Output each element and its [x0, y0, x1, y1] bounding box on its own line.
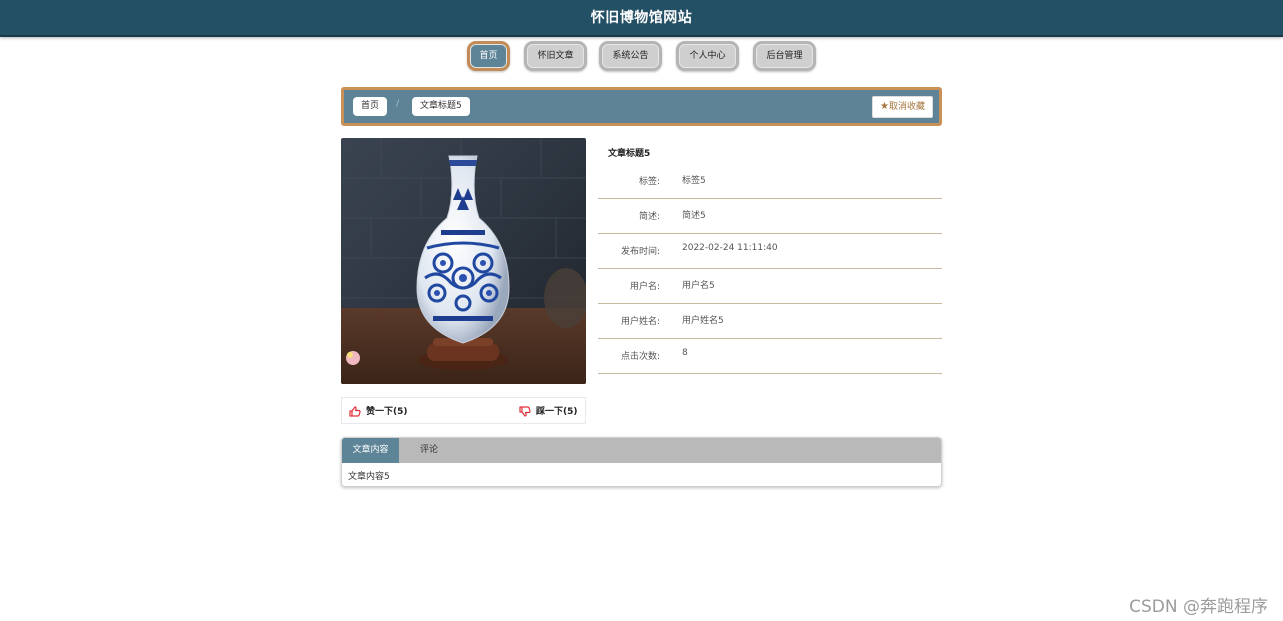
- detail-row-summary: 简述: 简述5: [598, 199, 942, 234]
- detail-label: 发布时间:: [620, 247, 660, 257]
- unfavorite-button[interactable]: ★取消收藏: [872, 96, 933, 118]
- thumbs-up-icon: [349, 406, 361, 417]
- tab-comments[interactable]: 评论: [399, 438, 459, 463]
- watermark: CSDN @奔跑程序: [1129, 597, 1268, 617]
- detail-row-publish-time: 发布时间: 2022-02-24 11:11:40: [598, 234, 942, 269]
- vote-bar: 赞一下(5) 踩一下(5): [341, 397, 586, 424]
- detail-value: 8: [682, 348, 688, 358]
- detail-value: 用户姓名5: [682, 316, 724, 326]
- detail-value: 用户名5: [682, 281, 715, 291]
- like-label: 赞一下(5): [366, 407, 408, 417]
- breadcrumb-separator: /: [396, 99, 400, 109]
- detail-value: 简述5: [682, 211, 706, 221]
- tab-content: 文章内容5: [348, 472, 390, 482]
- detail-label: 用户姓名:: [620, 317, 660, 327]
- like-button[interactable]: 赞一下(5): [349, 404, 408, 417]
- dislike-button[interactable]: 踩一下(5): [519, 404, 578, 417]
- nav-item-announcements[interactable]: 系统公告: [599, 41, 662, 71]
- detail-value: 标签5: [682, 176, 706, 186]
- top-header: 怀旧博物馆网站: [0, 0, 1283, 37]
- breadcrumb: 首页 / 文章标题5 ★取消收藏: [341, 87, 942, 126]
- detail-row-username: 用户名: 用户名5: [598, 269, 942, 304]
- detail-row-click-count: 点击次数: 8: [598, 339, 942, 374]
- nav-item-nostalgia-articles[interactable]: 怀旧文章: [524, 41, 587, 71]
- detail-label: 标签:: [638, 177, 660, 187]
- nav-item-home[interactable]: 首页: [467, 41, 510, 71]
- site-title: 怀旧博物馆网站: [590, 10, 693, 26]
- unfavorite-label: 取消收藏: [888, 102, 925, 112]
- breadcrumb-home[interactable]: 首页: [353, 97, 388, 116]
- dislike-label: 踩一下(5): [536, 407, 578, 417]
- detail-value: 2022-02-24 11:11:40: [682, 243, 778, 253]
- vase-photo: [341, 138, 586, 384]
- nav-item-admin[interactable]: 后台管理: [753, 41, 816, 71]
- detail-label: 点击次数:: [620, 352, 660, 362]
- breadcrumb-current: 文章标题5: [412, 97, 470, 116]
- article-image: [341, 138, 586, 384]
- main-nav: 首页 怀旧文章 系统公告 个人中心 后台管理: [0, 41, 1283, 71]
- detail-row-user-fullname: 用户姓名: 用户姓名5: [598, 304, 942, 339]
- tab-article-content[interactable]: 文章内容: [342, 438, 399, 463]
- tabs-header: 文章内容 评论: [342, 438, 941, 463]
- article-title: 文章标题5: [608, 149, 651, 159]
- article-tabs: 文章内容 评论 文章内容5: [341, 437, 942, 487]
- thumbs-down-icon: [519, 406, 531, 417]
- detail-row-tag: 标签: 标签5: [598, 164, 942, 199]
- detail-label: 用户名:: [629, 282, 660, 292]
- star-icon: ★: [880, 101, 889, 112]
- detail-label: 简述:: [638, 212, 660, 222]
- nav-item-personal-center[interactable]: 个人中心: [676, 41, 739, 71]
